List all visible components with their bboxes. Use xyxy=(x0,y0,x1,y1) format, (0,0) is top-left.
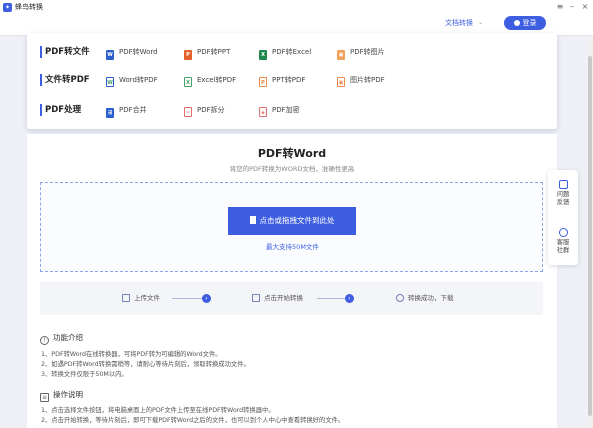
tool-label: PDF拆分 xyxy=(197,106,225,114)
step-connector xyxy=(317,298,347,299)
menu-row-file-to-pdf: 文件转PDF W Word转PDF X Excel转PDF P PPT转PDF ▣ 图片… xyxy=(27,67,557,95)
tool-pdf-split[interactable]: ✂ PDF拆分 xyxy=(184,105,225,117)
upload-label: 点击或拖拽文件到此处 xyxy=(259,216,335,225)
close-button[interactable]: × xyxy=(580,2,590,12)
word-icon: W xyxy=(106,50,114,60)
instruction-line: 1、点击选择文件按钮，将电脑桌面上的PDF文件上传至在线PDF转Word转换器中… xyxy=(41,407,275,414)
edit-icon xyxy=(558,180,568,189)
ppt-icon: P xyxy=(184,50,192,60)
vertical-scrollbar[interactable] xyxy=(587,36,593,428)
image-icon: ▣ xyxy=(337,50,345,60)
feedback-label: 反馈 xyxy=(556,199,570,206)
scroll-thumb[interactable] xyxy=(588,56,592,416)
tool-excel-to-pdf[interactable]: X Excel转PDF xyxy=(184,75,237,87)
step-label: 点击开始转换 xyxy=(264,294,303,302)
conversion-steps: 上传文件 › 点击开始转换 › 转换成功，下载 xyxy=(40,282,543,315)
file-drop-zone[interactable]: 点击或拖拽文件到此处 最大支持50M文件 xyxy=(40,182,543,272)
tool-label: PDF合并 xyxy=(119,106,147,114)
instructions-heading-label: 操作说明 xyxy=(53,390,83,399)
menu-row-pdf-process: PDF处理 ⇶ PDF合并 ✂ PDF拆分 ◈ PDF加密 xyxy=(27,97,557,125)
excel-icon: X xyxy=(259,50,267,60)
category-label: PDF转文件 xyxy=(40,46,90,58)
ppt-icon: P xyxy=(259,77,267,87)
page-title: PDF转Word xyxy=(257,147,327,160)
step-connector xyxy=(172,298,204,299)
category-label: PDF处理 xyxy=(40,104,81,116)
instructions-heading: ≡ 操作说明 xyxy=(40,390,83,402)
feedback-label: 问题 xyxy=(556,191,570,198)
menu-row-pdf-to-file: PDF转文件 W PDF转Word P PDF转PPT X PDF转Excel ▣ PD… xyxy=(27,39,557,67)
excel-icon: X xyxy=(184,77,192,87)
service-label: 客服 xyxy=(556,239,570,246)
split-icon: ✂ xyxy=(184,107,192,117)
login-label: 登录 xyxy=(522,19,537,27)
arrow-right-icon: › xyxy=(202,294,211,303)
intro-heading: ! 功能介绍 xyxy=(40,333,83,345)
app-logo-icon: ✦ xyxy=(3,3,12,12)
step-download: 转换成功，下载 xyxy=(396,293,454,304)
arrow-right-icon: › xyxy=(345,294,354,303)
step-start: 点击开始转换 xyxy=(252,293,303,304)
file-icon xyxy=(249,216,256,224)
page-subtitle: 将您的PDF转换为WORD文档，准确性更高 xyxy=(229,165,355,173)
step-upload: 上传文件 xyxy=(122,293,160,304)
tool-pdf-merge[interactable]: ⇶ PDF合并 xyxy=(106,105,147,118)
feedback-button[interactable]: 问题 反馈 xyxy=(548,180,578,207)
merge-icon: ⇶ xyxy=(106,108,114,118)
service-button[interactable]: 客服 社群 xyxy=(548,228,578,255)
tool-label: PDF转PPT xyxy=(197,48,231,56)
user-icon xyxy=(513,19,520,26)
tool-label: PDF转Word xyxy=(119,48,158,56)
document-icon xyxy=(252,293,260,302)
upload-button[interactable]: 点击或拖拽文件到此处 xyxy=(228,207,356,235)
image-icon: ▣ xyxy=(337,77,345,87)
main-panel: PDF转Word 将您的PDF转换为WORD文档，准确性更高 点击或拖拽文件到此… xyxy=(27,134,557,428)
tool-word-to-pdf[interactable]: W Word转PDF xyxy=(106,75,158,87)
intro-line: 1、PDF转Word在线转换器，可将PDF转为可编辑的Word文件。 xyxy=(41,351,222,358)
tool-pdf-to-word[interactable]: W PDF转Word xyxy=(106,47,158,60)
info-icon: ! xyxy=(40,335,49,345)
tool-pdf-to-ppt[interactable]: P PDF转PPT xyxy=(184,47,231,60)
minimize-button[interactable]: – xyxy=(567,2,577,12)
tool-pdf-to-excel[interactable]: X PDF转Excel xyxy=(259,47,312,60)
tool-label: PDF转Excel xyxy=(272,48,312,56)
menu-icon[interactable]: ≡ xyxy=(555,2,565,12)
word-icon: W xyxy=(106,77,114,87)
tool-menu-panel: PDF转文件 W PDF转Word P PDF转PPT X PDF转Excel ▣ PD… xyxy=(27,33,557,129)
tool-pdf-to-image[interactable]: ▣ PDF转图片 xyxy=(337,47,385,60)
chevron-down-icon[interactable]: ⌄ xyxy=(478,18,483,28)
step-label: 转换成功，下载 xyxy=(408,294,454,302)
tool-label: PPT转PDF xyxy=(272,76,306,84)
tool-image-to-pdf[interactable]: ▣ 图片转PDF xyxy=(337,75,385,87)
upload-icon xyxy=(122,293,130,302)
tool-label: PDF转图片 xyxy=(350,48,385,56)
tool-label: 图片转PDF xyxy=(350,76,385,84)
title-bar: ✦ 蜂鸟转换 ≡ – × 文档转换 ⌄ 登录 xyxy=(0,0,593,36)
lock-icon: ◈ xyxy=(259,107,267,117)
step-label: 上传文件 xyxy=(134,294,160,302)
tool-label: PDF加密 xyxy=(272,106,300,114)
app-title: 蜂鸟转换 xyxy=(15,3,43,11)
headset-icon xyxy=(558,228,568,237)
doc-convert-nav[interactable]: 文档转换 xyxy=(445,18,473,28)
service-label: 社群 xyxy=(556,247,570,254)
tool-ppt-to-pdf[interactable]: P PPT转PDF xyxy=(259,75,306,87)
login-button[interactable]: 登录 xyxy=(504,16,546,30)
check-circle-icon xyxy=(396,293,404,302)
size-limit-text: 最大支持50M文件 xyxy=(266,243,319,251)
side-float-panel: 问题 反馈 客服 社群 xyxy=(548,170,578,265)
instruction-line: 2、点击开始转换，等待片刻后，即可下载PDF转Word之后的文件，也可以到个人中… xyxy=(41,417,345,424)
intro-line: 2、如遇PDF转Word转换需稍等，请耐心等待片刻后，领取转换成功文件。 xyxy=(41,361,250,368)
intro-line: 3、转换文件仅限于50M以内。 xyxy=(41,371,128,378)
intro-heading-label: 功能介绍 xyxy=(53,333,83,342)
tool-label: Word转PDF xyxy=(119,76,158,84)
category-label: 文件转PDF xyxy=(40,74,90,86)
doc-list-icon: ≡ xyxy=(40,392,49,402)
tool-pdf-encrypt[interactable]: ◈ PDF加密 xyxy=(259,105,300,117)
tool-label: Excel转PDF xyxy=(197,76,237,84)
